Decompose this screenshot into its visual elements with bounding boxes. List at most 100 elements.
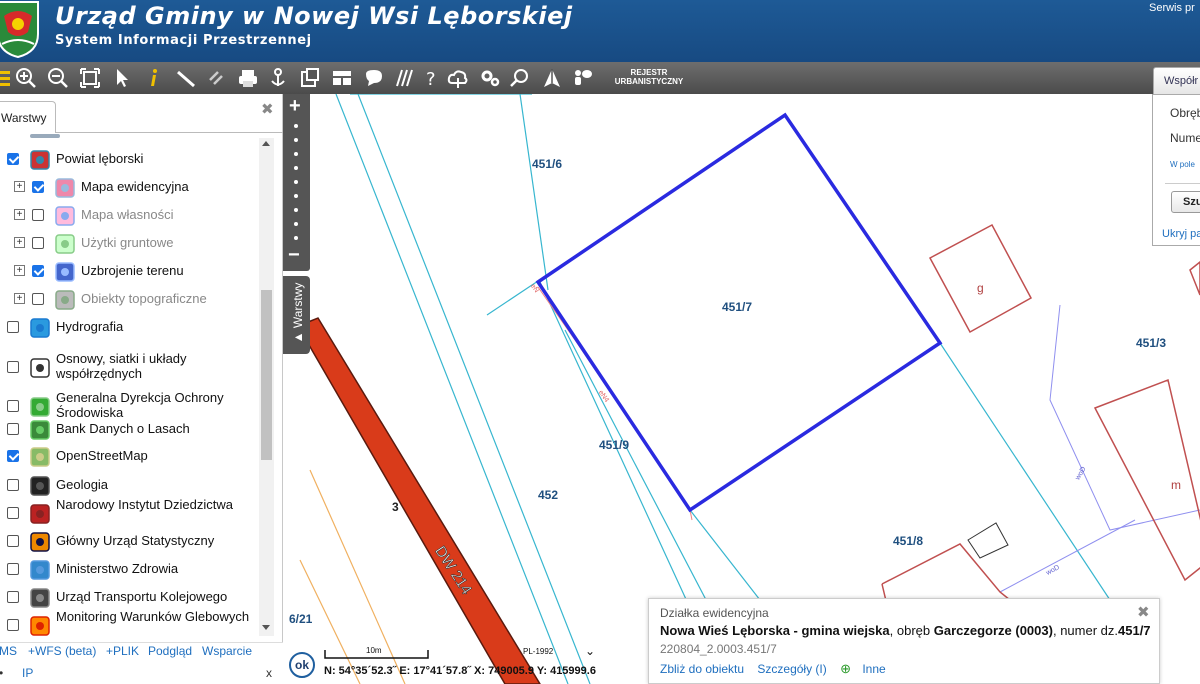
zoom-level-dot[interactable] (294, 124, 298, 128)
more-link[interactable]: Inne (862, 662, 885, 676)
search-button[interactable]: Szu (1171, 191, 1200, 213)
hide-panel-link[interactable]: Ukryj pa (1162, 228, 1200, 240)
export-icon[interactable] (298, 66, 322, 90)
zoom-in-icon[interactable] (14, 66, 38, 90)
layer-checkbox[interactable] (7, 507, 19, 519)
tab-coordinates[interactable]: Współr (1153, 67, 1200, 94)
details-link[interactable]: Szczegóły (I) (757, 662, 826, 676)
layer-item[interactable]: + Mapa ewidencyjna (0, 177, 258, 201)
layer-item[interactable]: Geologia (0, 475, 258, 499)
zoom-out-icon[interactable] (46, 66, 70, 90)
layer-checkbox[interactable] (7, 563, 19, 575)
expand-toggle-icon[interactable]: + (14, 237, 25, 248)
layer-checkbox[interactable] (7, 153, 19, 165)
layer-icon (54, 289, 76, 311)
link-icon[interactable] (204, 66, 228, 90)
service-link[interactable]: Serwis pr (1149, 2, 1195, 14)
expand-toggle-icon[interactable]: + (14, 181, 25, 192)
layer-checkbox[interactable] (32, 237, 44, 249)
layer-checkbox[interactable] (32, 181, 44, 193)
info-icon[interactable] (142, 66, 166, 90)
ip-link[interactable]: IP (22, 666, 33, 680)
streetview-icon[interactable] (570, 66, 594, 90)
preview-link[interactable]: Podgląd (148, 644, 192, 658)
add-file-link[interactable]: +PLIK (106, 644, 139, 658)
layer-item[interactable]: Urząd Transportu Kolejowego (0, 587, 258, 611)
pointer-icon[interactable] (110, 66, 134, 90)
layer-checkbox[interactable] (7, 321, 19, 333)
layer-item[interactable]: Hydrografia (0, 317, 258, 341)
layer-item[interactable]: Monitoring Warunków Glebowych (0, 609, 258, 639)
layer-item[interactable]: + Mapa własności (0, 205, 258, 229)
urban-register-button[interactable]: REJESTR URBANISTYCZNY (606, 68, 692, 86)
help-icon[interactable]: ? (420, 66, 444, 90)
layer-item[interactable]: Narodowy Instytut Dziedzictwa (0, 497, 258, 527)
tab-layers[interactable]: Warstwy (0, 101, 56, 133)
zoom-level-dot[interactable] (294, 138, 298, 142)
zoom-level-dot[interactable] (294, 222, 298, 226)
download-icon[interactable] (266, 66, 290, 90)
add-wms-link[interactable]: MS (0, 644, 17, 658)
zoom-level-dot[interactable] (294, 152, 298, 156)
layer-checkbox[interactable] (7, 535, 19, 547)
layer-checkbox[interactable] (7, 361, 19, 373)
zoom-level-dot[interactable] (294, 194, 298, 198)
scroll-down-arrow-icon[interactable] (262, 625, 270, 630)
layer-checkbox[interactable] (7, 479, 19, 491)
layer-item[interactable]: Bank Danych o Lasach (0, 419, 258, 443)
layer-item[interactable]: OpenStreetMap (0, 446, 258, 470)
layer-item[interactable]: Powiat lęborski (0, 149, 258, 173)
search-map-icon[interactable] (508, 66, 532, 90)
full-extent-icon[interactable] (78, 66, 102, 90)
layer-item[interactable]: + Obiekty topograficzne (0, 289, 258, 313)
layer-checkbox[interactable] (7, 400, 19, 412)
map-canvas[interactable] (284, 94, 1200, 684)
zoom-level-dot[interactable] (294, 166, 298, 170)
hatch-icon[interactable] (392, 66, 416, 90)
scroll-thumb[interactable] (261, 290, 272, 460)
add-circle-icon[interactable]: ⊕ (840, 661, 851, 676)
expand-toggle-icon[interactable]: + (14, 209, 25, 220)
layer-checkbox[interactable] (7, 591, 19, 603)
zoom-to-object-link[interactable]: Zbliż do obiektu (660, 662, 744, 676)
zoom-slider[interactable]: + − (283, 94, 310, 271)
layer-item[interactable]: Osnowy, siatki i układy współrzędnych (0, 351, 258, 381)
settings-icon[interactable] (478, 66, 502, 90)
layers-side-toggle[interactable]: ▲ Warstwy (283, 276, 310, 354)
support-link[interactable]: Wsparcie (202, 644, 252, 658)
layer-item[interactable]: + Użytki gruntowe (0, 233, 258, 257)
chevron-down-icon[interactable]: ⌄ (585, 644, 595, 658)
layer-checkbox[interactable] (7, 423, 19, 435)
zoom-level-dot[interactable] (294, 236, 298, 240)
layer-checkbox[interactable] (7, 619, 19, 631)
scroll-up-arrow-icon[interactable] (262, 141, 270, 146)
measure-distance-icon[interactable] (174, 66, 198, 90)
ok-button[interactable]: ok (289, 652, 315, 678)
crs-select[interactable]: PL-1992 ⌄ (523, 644, 595, 658)
layer-checkbox[interactable] (7, 450, 19, 462)
expand-toggle-icon[interactable]: + (14, 293, 25, 304)
add-wfs-link[interactable]: +WFS (beta) (28, 644, 96, 658)
layer-checkbox[interactable] (32, 293, 44, 305)
expand-toggle-icon[interactable]: + (14, 265, 25, 276)
layer-item[interactable]: Główny Urząd Statystyczny (0, 531, 258, 555)
layer-item[interactable]: Ministerstwo Zdrowia (0, 559, 258, 583)
layers-menu-icon[interactable] (0, 66, 14, 90)
layer-checkbox[interactable] (32, 209, 44, 221)
layout-icon[interactable] (330, 66, 354, 90)
layer-checkbox[interactable] (32, 265, 44, 277)
layer-item[interactable]: Generalna Dyrekcja Ochrony Środowiska (0, 390, 258, 420)
comment-icon[interactable] (362, 66, 386, 90)
popup-close-icon[interactable]: ✖ (1137, 603, 1150, 621)
compass-icon[interactable] (540, 66, 564, 90)
zoom-plus-icon[interactable]: + (289, 95, 301, 118)
zoom-level-dot[interactable] (294, 208, 298, 212)
layer-item[interactable]: + Uzbrojenie terenu (0, 261, 258, 285)
close-panel-icon[interactable]: ✖ (261, 100, 274, 118)
zoom-minus-icon[interactable]: − (288, 244, 300, 267)
layer-list-scrollbar[interactable] (259, 138, 274, 636)
footer-close-button[interactable]: x (266, 666, 272, 680)
print-icon[interactable] (236, 66, 260, 90)
cloud-upload-icon[interactable] (446, 66, 470, 90)
zoom-level-dot[interactable] (294, 180, 298, 184)
